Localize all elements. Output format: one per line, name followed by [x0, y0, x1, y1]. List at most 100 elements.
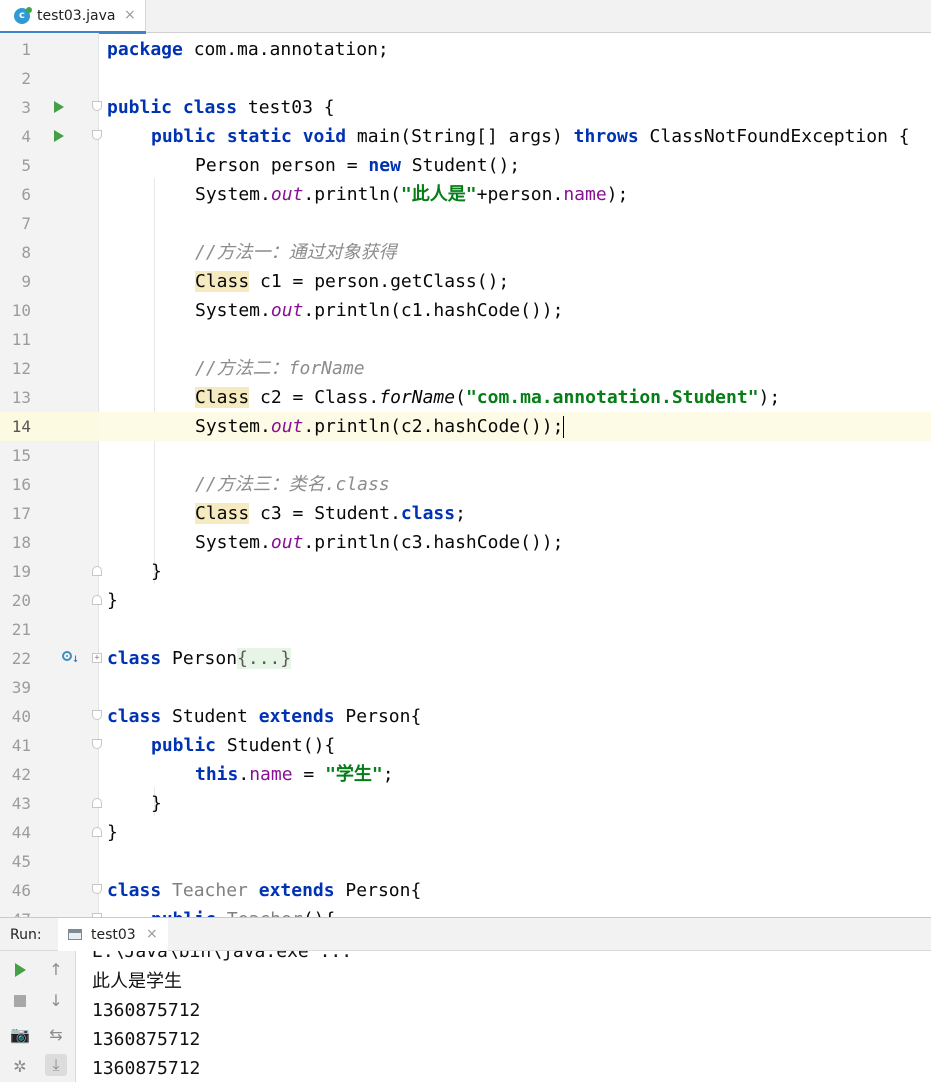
line-number: 15 [11, 446, 31, 465]
line-number: 45 [11, 852, 31, 871]
arrow-down-icon[interactable]: ↓ [45, 990, 67, 1012]
code-line: 17 Class c3 = Student.class; [0, 499, 931, 528]
console-icon [68, 929, 82, 940]
line-number: 2 [21, 69, 31, 88]
line-number: 40 [11, 707, 31, 726]
fold-end-icon[interactable] [92, 566, 102, 576]
code-line: 45 [0, 847, 931, 876]
line-number: 44 [11, 823, 31, 842]
code-line: 18 System.out.println(c3.hashCode()); [0, 528, 931, 557]
code-line: 15 [0, 441, 931, 470]
soft-wrap-icon[interactable]: ⇆ [45, 1024, 67, 1046]
line-number: 21 [11, 620, 31, 639]
code-line: 1 package com.ma.annotation; [0, 35, 931, 64]
code-line: 6 System.out.println("此人是"+person.name); [0, 180, 931, 209]
line-number: 39 [11, 678, 31, 697]
code-line: 39 [0, 673, 931, 702]
code-line: 46 class Teacher extends Person{ [0, 876, 931, 905]
run-main-icon[interactable] [54, 130, 64, 142]
fold-end-icon[interactable] [92, 798, 102, 808]
line-number: 6 [21, 185, 31, 204]
editor-tab-title: test03.java [37, 8, 116, 24]
code-line: 22 ↓ + class Person{...} [0, 644, 931, 673]
code-line: 10 System.out.println(c1.hashCode()); [0, 296, 931, 325]
code-line: 8 //方法一：通过对象获得 [0, 238, 931, 267]
line-number: 22 [11, 649, 31, 668]
fold-end-icon[interactable] [92, 595, 102, 605]
code-line: 40 class Student extends Person{ [0, 702, 931, 731]
run-tool-window-header: Run: test03 × [0, 917, 931, 951]
code-line: 11 [0, 325, 931, 354]
console-line: 1360875712 [92, 1000, 201, 1021]
code-line: 42 this.name = "学生"; [0, 760, 931, 789]
code-line: 43 } [0, 789, 931, 818]
close-icon[interactable]: × [124, 7, 136, 23]
code-line: 2 [0, 64, 931, 93]
run-tool-window: 📷 ✲ ↑ ↓ ⇆ ⤓ E:\Java\bin\java.exe ... 此人是… [0, 951, 931, 1082]
run-label: Run: [10, 927, 42, 943]
line-number: 17 [11, 504, 31, 523]
stop-icon[interactable] [9, 990, 31, 1012]
fold-toggle-icon[interactable] [92, 739, 102, 749]
code-line: 47 public Teacher(){ [0, 905, 931, 917]
line-number: 20 [11, 591, 31, 610]
line-number: 47 [0, 905, 31, 917]
code-line: 4 public static void main(String[] args)… [0, 122, 931, 151]
implemented-by-icon[interactable] [62, 651, 72, 661]
code-line: 5 Person person = new Student(); [0, 151, 931, 180]
line-number: 5 [21, 156, 31, 175]
code-line: 3 public class test03 { [0, 93, 931, 122]
code-line: 41 public Student(){ [0, 731, 931, 760]
text-caret [563, 416, 565, 438]
fold-toggle-icon[interactable] [92, 884, 102, 894]
code-line: 7 [0, 209, 931, 238]
line-number: 10 [11, 301, 31, 320]
scroll-to-end-icon[interactable]: ⤓ [45, 1054, 67, 1076]
code-line: 16 //方法三：类名.class [0, 470, 931, 499]
line-number: 9 [21, 272, 31, 291]
console-line: 1360875712 [92, 1058, 201, 1079]
close-icon[interactable]: × [146, 926, 158, 942]
line-number: 7 [21, 214, 31, 233]
line-number: 12 [11, 359, 31, 378]
console-line: 此人是学生 [92, 971, 182, 992]
code-line: 19 } [0, 557, 931, 586]
line-number: 11 [11, 330, 31, 349]
java-class-icon: c [14, 7, 32, 24]
code-line-current: 14 System.out.println(c2.hashCode()); [0, 412, 931, 441]
run-class-icon[interactable] [54, 101, 64, 113]
bug-icon[interactable]: ✲ [9, 1056, 31, 1078]
code-line: 20 } [0, 586, 931, 615]
run-tab-test03[interactable]: test03 × [58, 918, 168, 951]
line-number: 4 [21, 127, 31, 146]
editor-tab-bar: c test03.java × [0, 0, 931, 34]
console-line: 1360875712 [92, 1029, 201, 1050]
camera-icon[interactable]: 📷 [9, 1024, 31, 1046]
code-line: 44 } [0, 818, 931, 847]
arrow-up-icon[interactable]: ↑ [45, 959, 67, 981]
console-line: E:\Java\bin\java.exe ... [92, 951, 353, 962]
code-editor[interactable]: 1 package com.ma.annotation; 2 3 public … [0, 33, 931, 917]
line-number: 1 [21, 40, 31, 59]
fold-toggle-icon[interactable] [92, 101, 102, 111]
code-line: 21 [0, 615, 931, 644]
code-line: 12 //方法二：forName [0, 354, 931, 383]
fold-toggle-icon[interactable] [92, 710, 102, 720]
fold-end-icon[interactable] [92, 827, 102, 837]
code-line: 13 Class c2 = Class.forName("com.ma.anno… [0, 383, 931, 412]
line-number: 43 [11, 794, 31, 813]
arrow-down-icon: ↓ [72, 651, 80, 665]
line-number: 19 [11, 562, 31, 581]
rerun-icon[interactable] [9, 959, 31, 981]
line-number: 14 [11, 417, 31, 436]
line-number: 8 [21, 243, 31, 262]
code-line: 9 Class c1 = person.getClass(); [0, 267, 931, 296]
editor-tab-test03[interactable]: c test03.java × [0, 0, 146, 34]
line-number: 3 [21, 98, 31, 117]
fold-toggle-icon[interactable] [92, 130, 102, 140]
line-number: 41 [11, 736, 31, 755]
line-number: 16 [11, 475, 31, 494]
line-number: 46 [11, 881, 31, 900]
folded-region[interactable]: {...} [237, 648, 292, 669]
expand-fold-icon[interactable]: + [92, 653, 102, 663]
